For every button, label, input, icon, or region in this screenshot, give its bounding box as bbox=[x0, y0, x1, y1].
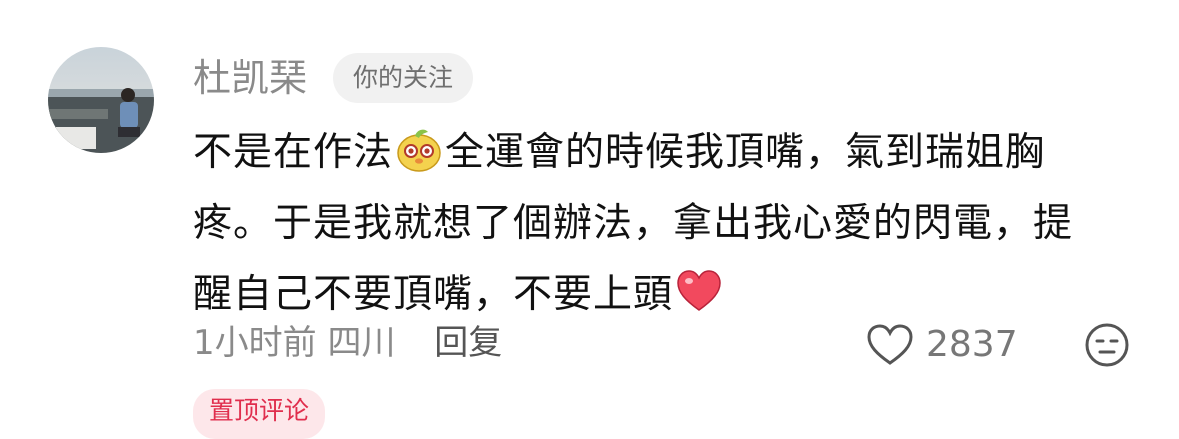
reply-button[interactable]: 回复 bbox=[434, 323, 502, 363]
comment-text-part: 醒自己不要頂嘴，不要上頭 bbox=[193, 272, 674, 317]
comment-meta: 1小时前 四川 回复 bbox=[193, 320, 502, 366]
comment-location: 四川 bbox=[327, 323, 396, 363]
avatar-photo bbox=[48, 47, 154, 153]
comment-text-part: 疼。于是我就想了個辦法，拿出我心愛的閃電，提 bbox=[193, 201, 1074, 246]
comment-time: 1小时前 bbox=[193, 323, 317, 363]
comment-text: 不是在作法 全運會的時候我頂嘴，氣到瑞姐胸 疼。于是我就想了個辦法，拿出我心愛的… bbox=[193, 117, 1123, 330]
red-heart-emoji-icon bbox=[677, 270, 721, 311]
comment-text-part: 不是在作法 bbox=[193, 130, 394, 175]
like-button[interactable]: 2837 bbox=[866, 322, 1018, 368]
like-count: 2837 bbox=[926, 324, 1018, 365]
avatar[interactable] bbox=[48, 47, 154, 153]
cute-face-emoji-icon bbox=[397, 129, 441, 172]
username[interactable]: 杜凯琹 bbox=[193, 56, 307, 100]
pinned-comment-badge: 置顶评论 bbox=[193, 389, 326, 439]
heart-outline-icon bbox=[867, 324, 913, 365]
comment-text-part: 全運會的時候我頂嘴，氣到瑞姐胸 bbox=[445, 130, 1046, 175]
follow-status-badge: 你的关注 bbox=[333, 53, 474, 103]
dislike-face-icon[interactable] bbox=[1084, 322, 1130, 368]
